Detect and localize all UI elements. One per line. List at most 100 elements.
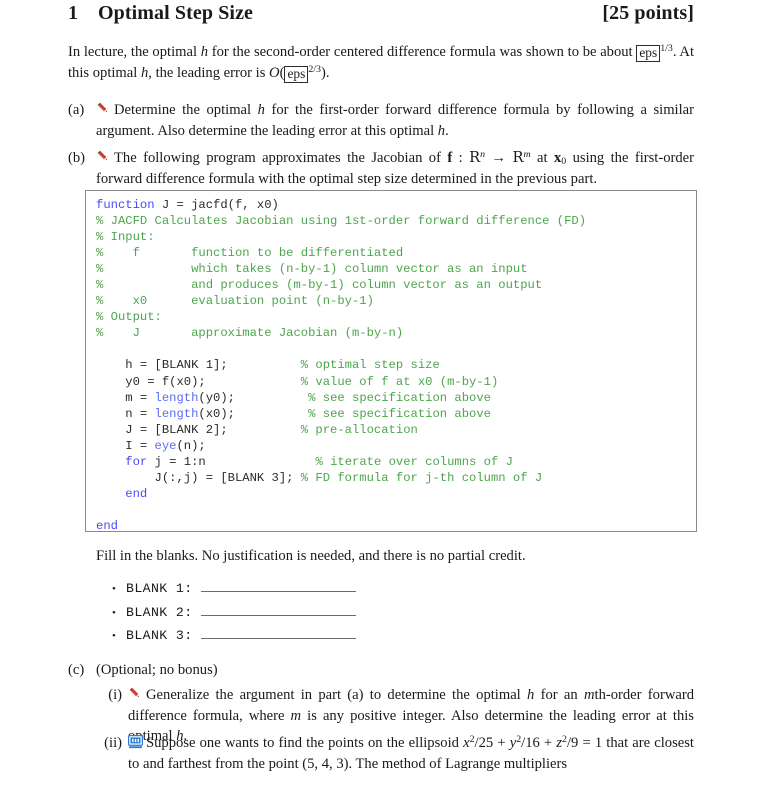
code-line: % x0 evaluation point (n-by-1): [96, 293, 696, 309]
code-token: for: [125, 454, 148, 469]
code-line: y0 = f(x0); % value of f at x0 (m-by-1): [96, 374, 696, 390]
code-token: % x0 evaluation point (n-by-1): [96, 294, 374, 309]
code-token: J(:,j) = [BLANK 3];: [96, 470, 301, 485]
code-line: % J approximate Jacobian (m-by-n): [96, 325, 696, 341]
part-c-label: (c): [68, 662, 85, 678]
part-b-colon: :: [452, 150, 470, 166]
code-token: (f, x0): [227, 198, 279, 212]
blank-answer-line[interactable]: [200, 578, 356, 592]
code-token: % iterate over columns of J: [315, 454, 513, 469]
big-o-symbol: O: [269, 64, 280, 81]
part-b-body: The following program approximates the J…: [96, 148, 694, 189]
code-line: % Input:: [96, 229, 696, 245]
code-line: J(:,j) = [BLANK 3]; % FD formula for j-t…: [96, 470, 696, 486]
code-token: % JACFD Calculates Jacobian using 1st-or…: [96, 214, 587, 229]
code-token: % value of f at x0 (m-by-1): [300, 374, 499, 389]
code-token: (x0);: [198, 406, 309, 421]
part-c-sub-i-label: (i): [108, 687, 122, 703]
monitor-icon: [127, 734, 144, 749]
code-token: % J approximate Jacobian (m-by-n): [96, 326, 404, 341]
code-listing: function J = jacfd(f, x0)% JACFD Calcula…: [86, 191, 696, 531]
code-line: h = [BLANK 1]; % optimal step size: [96, 357, 696, 373]
code-token: length: [154, 390, 199, 405]
code-token: function: [96, 198, 155, 212]
code-token: % which takes (n-by-1) column vector as …: [96, 262, 528, 277]
code-token: y0 = f(x0);: [96, 374, 301, 389]
code-token: n =: [96, 406, 155, 421]
eps-box-1: eps: [636, 45, 661, 63]
intro-paragraph: In lecture, the optimal h for the second…: [68, 42, 694, 84]
code-token: % see specification above: [308, 406, 491, 421]
part-c-sub-ii-body: Suppose one wants to find the points on …: [127, 733, 694, 774]
blank-answer-line[interactable]: [200, 625, 356, 639]
ellipsoid-x-den: /25 +: [474, 735, 510, 751]
fillin-instruction: Fill in the blanks. No justification is …: [96, 548, 526, 564]
part-c: (c) (Optional; no bonus): [68, 660, 694, 681]
code-token: m =: [96, 390, 155, 405]
sub-i-text-1: Generalize the argument in part (a) to d…: [146, 687, 528, 703]
eps-box-2: eps: [284, 65, 309, 84]
part-b-label: (b): [68, 150, 86, 166]
code-token: % and produces (m-by-1) column vector as…: [96, 278, 543, 293]
code-token: h = [BLANK 1];: [96, 358, 301, 373]
section-points: [25 points]: [602, 2, 694, 24]
section-number: 1: [68, 2, 79, 24]
code-token: % Output:: [96, 310, 162, 325]
ellipsoid-z-den: /9 = 1: [566, 735, 603, 751]
blank-answer-line[interactable]: [200, 602, 356, 616]
code-line: n = length(x0); % see specification abov…: [96, 406, 696, 422]
blank-row: • BLANK 2:: [112, 602, 512, 626]
part-a-text-1: Determine the optimal: [114, 102, 258, 118]
code-line: end: [96, 486, 696, 502]
bullet-icon: •: [112, 606, 116, 619]
sub-i-var-m-2: m: [290, 707, 302, 724]
code-block: function J = jacfd(f, x0)% JACFD Calcula…: [85, 190, 697, 532]
blank-label: BLANK 3:: [126, 628, 193, 643]
code-line: J = [BLANK 2]; % pre-allocation: [96, 422, 696, 438]
code-line: for j = 1:n % iterate over columns of J: [96, 454, 696, 470]
bullet-icon: •: [112, 583, 116, 595]
intro-text-1: In lecture, the optimal: [68, 44, 201, 60]
sub-i-var-m: m: [583, 687, 595, 703]
ellipsoid-y-den: /16 +: [521, 735, 557, 751]
code-line: % f function to be differentiated: [96, 245, 696, 261]
page-title: 1 Optimal Step Size [25 points]: [68, 2, 694, 25]
pencil-icon: [96, 149, 111, 164]
part-c-body: (Optional; no bonus): [96, 662, 218, 678]
blank-row: • BLANK 3:: [112, 625, 512, 649]
code-token: % optimal step size: [300, 358, 440, 373]
part-a-var-h-2: h: [437, 122, 446, 139]
code-line: % which takes (n-by-1) column vector as …: [96, 261, 696, 277]
code-line: % and produces (m-by-1) column vector as…: [96, 277, 696, 293]
pencil-icon: [96, 101, 111, 116]
code-token: end: [125, 486, 148, 501]
part-b-reals-m-sup: m: [523, 148, 531, 160]
code-token: j = 1:n: [147, 454, 316, 469]
part-c-sub-ii: (ii) Suppose one wants to find the point…: [96, 733, 694, 774]
code-line: % Output:: [96, 309, 696, 325]
intro-text-2: for the second-order centered difference…: [208, 44, 637, 60]
blank-row: • BLANK 1:: [112, 578, 512, 602]
part-c-sub-ii-label: (ii): [104, 735, 122, 751]
part-a-label: (a): [68, 102, 85, 118]
code-line: I = eye(n);: [96, 438, 696, 454]
part-a-body: Determine the optimal h for the first-or…: [96, 100, 694, 141]
eps-exponent-1: 1/3: [660, 42, 673, 54]
intro-text-4: , the leading error is: [148, 64, 270, 81]
code-line: % JACFD Calculates Jacobian using 1st-or…: [96, 213, 696, 229]
code-token: % FD formula for j-th column of J: [300, 470, 543, 485]
code-token: % f function to be differentiated: [96, 246, 404, 261]
blanks-list: • BLANK 1: • BLANK 2: • BLANK 3:: [112, 578, 512, 649]
part-a: (a) Determine the optimal h for the firs…: [68, 100, 694, 141]
part-b-text-1: The following program approximates the J…: [114, 150, 448, 166]
part-b-text-2: at: [530, 150, 554, 166]
code-token: J =: [154, 198, 192, 212]
part-b-arrow: →: [485, 150, 513, 166]
blank-label: BLANK 2:: [126, 604, 193, 620]
part-a-var-h: h: [257, 102, 265, 118]
bullet-icon: •: [112, 630, 116, 642]
